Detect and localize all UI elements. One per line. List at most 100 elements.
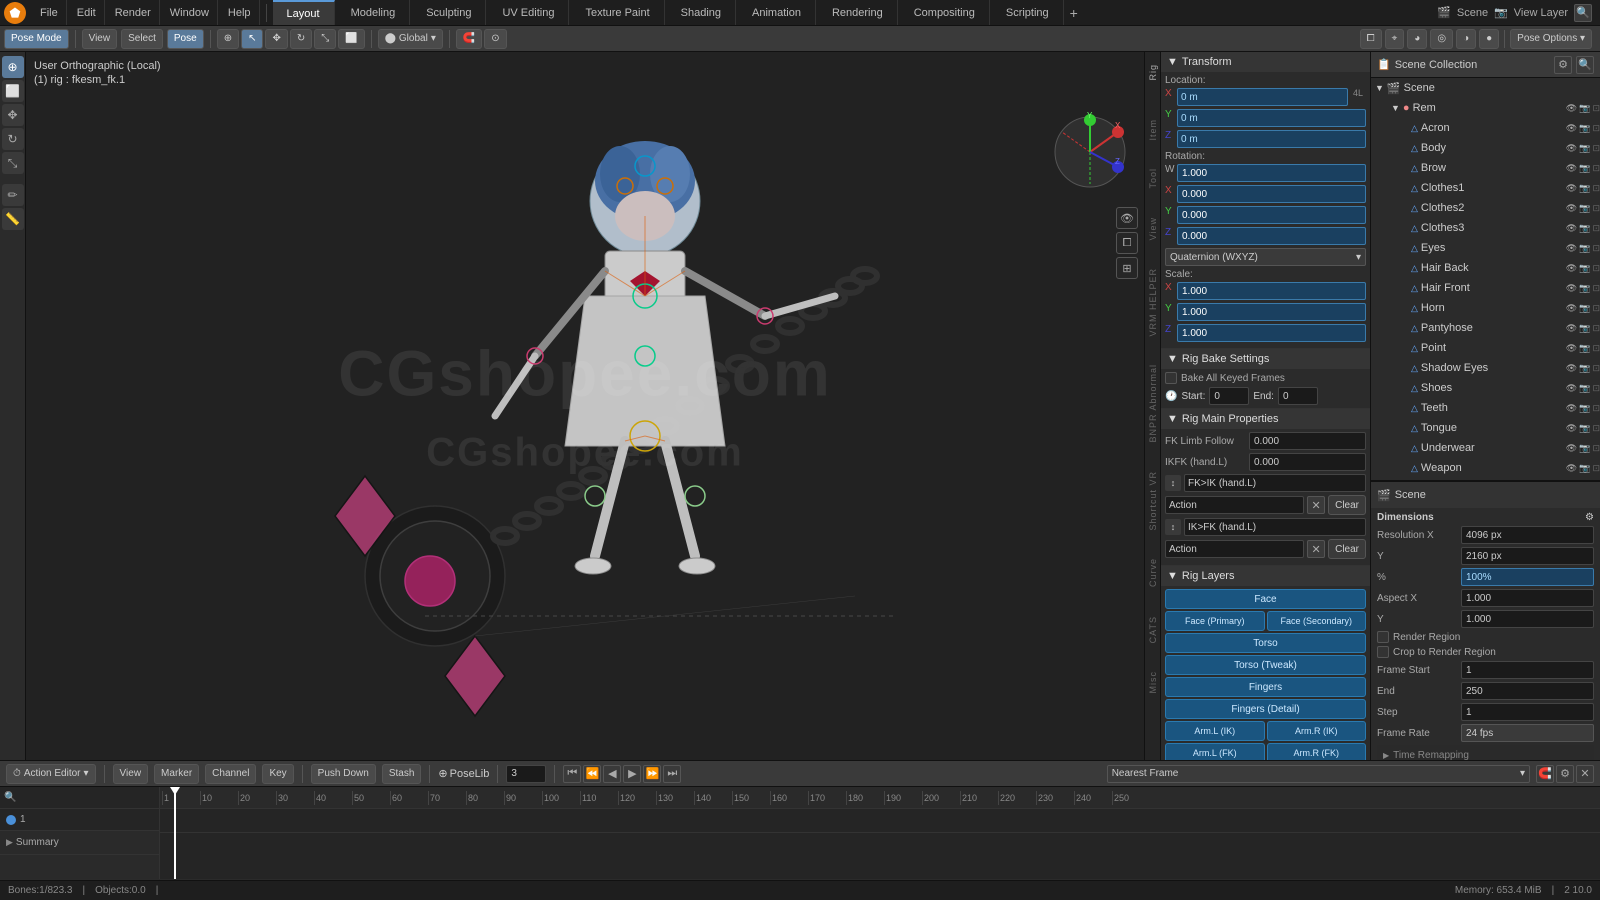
- item-clothes3[interactable]: △ Clothes3 👁📷⊡: [1403, 218, 1600, 238]
- item-teeth[interactable]: △ Teeth 👁📷⊡: [1403, 398, 1600, 418]
- scale-tool[interactable]: ⤡: [314, 29, 336, 49]
- scale-tool-left[interactable]: ⤡: [2, 152, 24, 174]
- select-menu[interactable]: Select: [121, 29, 163, 49]
- frame-interp-select[interactable]: Nearest Frame ▾: [1107, 765, 1530, 783]
- tab-texture[interactable]: Texture Paint: [571, 0, 664, 26]
- item-clothes1[interactable]: △ Clothes1 👁📷⊡: [1403, 178, 1600, 198]
- item-eyes[interactable]: △ Eyes 👁📷⊡: [1403, 238, 1600, 258]
- dimensions-header[interactable]: Dimensions ⚙: [1377, 512, 1594, 523]
- rot-x-field[interactable]: 0.000: [1177, 185, 1366, 203]
- ikfk2-icon[interactable]: ↕: [1165, 519, 1181, 535]
- viewport-overlay-btn[interactable]: ⧠: [1116, 232, 1138, 254]
- step-forward-btn[interactable]: ⏩: [643, 765, 661, 783]
- viewport-view-btn[interactable]: 👁: [1116, 207, 1138, 229]
- rig-properties-scroll[interactable]: ▼ Transform Location: X 0 m 4L Y 0 m: [1161, 52, 1370, 760]
- acron-render[interactable]: 📷: [1579, 123, 1590, 134]
- action-field-1[interactable]: Action: [1165, 496, 1304, 514]
- item-pantyhose[interactable]: △ Pantyhose 👁📷⊡: [1403, 318, 1600, 338]
- global-select[interactable]: ⬤Global▾: [378, 29, 443, 49]
- layer-fingers-detail[interactable]: Fingers (Detail): [1165, 699, 1366, 719]
- scale-y-field[interactable]: 1.000: [1177, 303, 1366, 321]
- view-layer-name[interactable]: View Layer: [1514, 7, 1568, 19]
- summary-track[interactable]: ▶ Summary: [0, 831, 159, 855]
- tab-modeling[interactable]: Modeling: [337, 0, 411, 26]
- tab-compositing[interactable]: Compositing: [900, 0, 990, 26]
- tab-shading[interactable]: Shading: [667, 0, 736, 26]
- frame-rate-field[interactable]: 24 fps: [1461, 724, 1594, 742]
- tab-layout[interactable]: Layout: [273, 0, 335, 26]
- rot-y-field[interactable]: 0.000: [1177, 206, 1366, 224]
- timeline-search-input[interactable]: [18, 792, 155, 803]
- tab-sculpting[interactable]: Sculpting: [412, 0, 486, 26]
- percent-field[interactable]: 100%: [1461, 568, 1594, 586]
- layer-arm-l-ik[interactable]: Arm.L (IK): [1165, 721, 1265, 741]
- viewport-navigation-gizmo[interactable]: X Y Z: [1050, 112, 1130, 195]
- pose-mode-selector[interactable]: Pose Mode: [4, 29, 69, 49]
- proportional-btn[interactable]: ⊙: [484, 29, 506, 49]
- snapping-btn[interactable]: 🧲: [456, 29, 482, 49]
- ikfk-field[interactable]: 0.000: [1249, 453, 1366, 471]
- timeline-snap-btn[interactable]: 🧲: [1536, 765, 1554, 783]
- item-tongue[interactable]: △ Tongue 👁📷⊡: [1403, 418, 1600, 438]
- view-shading-wireframe[interactable]: ◎: [1430, 29, 1453, 49]
- time-remapping-header[interactable]: ▶ Time Remapping: [1377, 745, 1594, 760]
- action-field-2[interactable]: Action: [1165, 540, 1304, 558]
- view-menu[interactable]: View: [82, 29, 118, 49]
- overlay-btn[interactable]: ⧠: [1360, 29, 1382, 49]
- collection-rem[interactable]: ▼ ● Rem 👁 📷 ⊡: [1371, 98, 1600, 118]
- rot-z-field[interactable]: 0.000: [1177, 227, 1366, 245]
- timeline-frames-area[interactable]: 1 10 20 30 40 50 60 70 80 90 100 110 120…: [160, 787, 1600, 879]
- menu-edit[interactable]: Edit: [69, 0, 105, 26]
- menu-render[interactable]: Render: [107, 0, 160, 26]
- play-reverse-btn[interactable]: ◀: [603, 765, 621, 783]
- layer-arm-r-ik[interactable]: Arm.R (IK): [1267, 721, 1367, 741]
- move-tool-left[interactable]: ✥: [2, 104, 24, 126]
- fkik-icon[interactable]: ↕: [1165, 475, 1181, 491]
- rig-main-header[interactable]: ▼ Rig Main Properties: [1161, 409, 1370, 429]
- view-shading-material[interactable]: ◑: [1456, 29, 1476, 49]
- timeline-close-btn[interactable]: ✕: [1576, 765, 1594, 783]
- layer-face[interactable]: Face: [1165, 589, 1366, 609]
- layer-face-secondary[interactable]: Face (Secondary): [1267, 611, 1367, 631]
- aspect-y-field[interactable]: 1.000: [1461, 610, 1594, 628]
- view-shading-solid[interactable]: ◕: [1407, 29, 1427, 49]
- item-hairfront[interactable]: △ Hair Front 👁📷⊡: [1403, 278, 1600, 298]
- layer-arm-l-fk[interactable]: Arm.L (FK): [1165, 743, 1265, 760]
- aspect-x-field[interactable]: 1.000: [1461, 589, 1594, 607]
- annotate-tool[interactable]: ✏: [2, 184, 24, 206]
- cursor-tool[interactable]: ⊕: [217, 29, 239, 49]
- menu-window[interactable]: Window: [162, 0, 218, 26]
- action-x-btn-1[interactable]: ✕: [1307, 496, 1325, 514]
- item-brow[interactable]: △ Brow 👁📷⊡: [1403, 158, 1600, 178]
- frame-end-field[interactable]: 250: [1461, 682, 1594, 700]
- bake-checkbox[interactable]: [1165, 372, 1177, 384]
- layer-fingers[interactable]: Fingers: [1165, 677, 1366, 697]
- item-clothes2[interactable]: △ Clothes2 👁📷⊡: [1403, 198, 1600, 218]
- item-horn[interactable]: △ Horn 👁📷⊡: [1403, 298, 1600, 318]
- transform-tool[interactable]: ⬜: [338, 29, 364, 49]
- item-acron[interactable]: △ Acron 👁 📷 ⊡: [1403, 118, 1600, 138]
- layer-torso[interactable]: Torso: [1165, 633, 1366, 653]
- jump-end-btn[interactable]: ⏭: [663, 765, 681, 783]
- item-weapon[interactable]: △ Weapon 👁📷⊡: [1403, 458, 1600, 478]
- render-region-check[interactable]: [1377, 631, 1389, 643]
- item-shadow-eyes[interactable]: △ Shadow Eyes 👁📷⊡: [1403, 358, 1600, 378]
- scene-name[interactable]: Scene: [1457, 7, 1488, 19]
- location-x-field[interactable]: 0 m: [1177, 88, 1348, 106]
- tab-scripting[interactable]: Scripting: [992, 0, 1064, 26]
- timeline-view-menu[interactable]: View: [113, 764, 149, 784]
- add-workspace[interactable]: +: [1070, 5, 1078, 21]
- scene-root-item[interactable]: ▼ 🎬 Scene: [1371, 78, 1600, 98]
- viewport-3d[interactable]: User Orthographic (Local) (1) rig : fkes…: [26, 52, 1144, 760]
- select-box-tool[interactable]: ⬜: [2, 80, 24, 102]
- timeline-filter-btn[interactable]: ⚙: [1556, 765, 1574, 783]
- item-body[interactable]: △ Body 👁📷⊡: [1403, 138, 1600, 158]
- end-frame-field[interactable]: 0: [1278, 387, 1318, 405]
- step-back-btn[interactable]: ⏪: [583, 765, 601, 783]
- tab-uv[interactable]: UV Editing: [488, 0, 569, 26]
- rotate-tool-left[interactable]: ↻: [2, 128, 24, 150]
- action-editor-select[interactable]: ⏱ Action Editor ▾: [6, 764, 96, 784]
- tab-animation[interactable]: Animation: [738, 0, 816, 26]
- measure-tool[interactable]: 📏: [2, 208, 24, 230]
- item-shoes[interactable]: △ Shoes 👁📷⊡: [1403, 378, 1600, 398]
